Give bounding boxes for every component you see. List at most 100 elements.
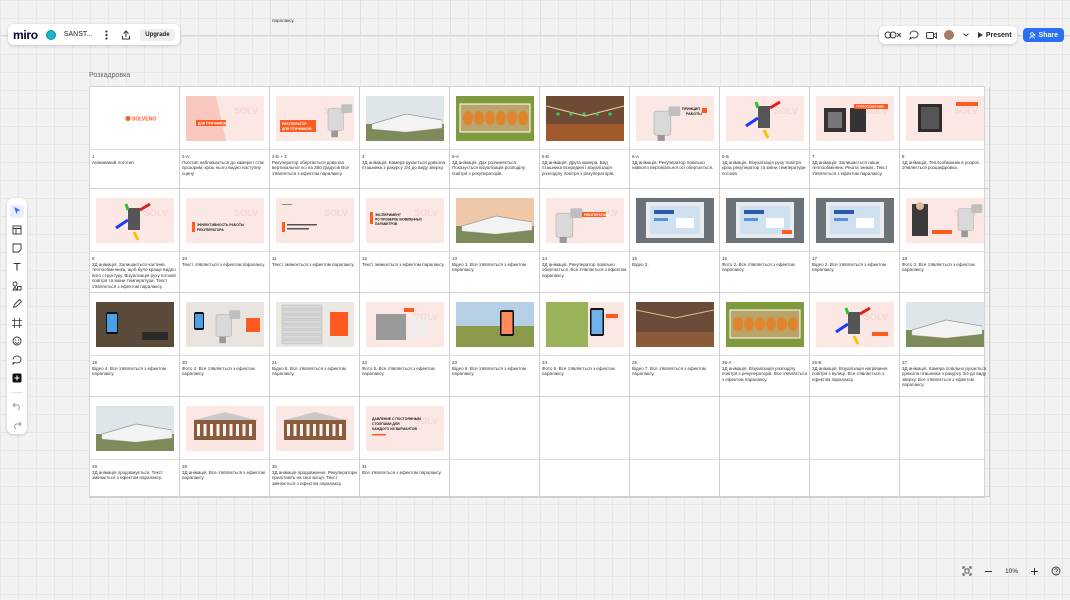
- video-call-icon[interactable]: [926, 29, 938, 41]
- chevron-down-icon[interactable]: [960, 29, 972, 41]
- undo-icon[interactable]: [10, 399, 24, 413]
- storyboard-cell[interactable]: SOLV 18Фото 3. Все з'являється з ефектом …: [900, 189, 990, 293]
- storyboard-caption[interactable]: 23 Відео 6. Все з'являється з ефектом пар…: [452, 360, 538, 377]
- storyboard-cell[interactable]: SOLV ЭФФЕКТИВНОСТЬ РАБОТЫ РЕКУПЕРАТОРА 10 Те…: [180, 189, 270, 293]
- storyboard-cell[interactable]: 23 Відео 6. Все з'являється з ефектом пар…: [450, 293, 540, 397]
- storyboard-thumbnail[interactable]: SOLV: [726, 96, 804, 141]
- storyboard-cell[interactable]: 28 3Д анімація продовжується. Текст зміню…: [90, 397, 180, 497]
- storyboard-cell[interactable]: SOLV ЭКСПЕРИМЕНТ ПО ПРОВЕРКЕ ЗАЯВЛЕННЫХ ПАР…: [360, 189, 450, 293]
- reactions-icon[interactable]: [884, 29, 902, 41]
- storyboard-thumbnail[interactable]: SOLVENO: [96, 96, 174, 141]
- storyboard-thumbnail[interactable]: [546, 96, 624, 141]
- storyboard-thumbnail[interactable]: [96, 406, 174, 451]
- storyboard-caption[interactable]: 17 Відео 2. Все з'являється з ефектом пар…: [812, 256, 898, 273]
- storyboard-caption[interactable]: 2-А Логотип наближається до камери і стає…: [182, 154, 268, 176]
- storyboard-thumbnail[interactable]: SOLV: [96, 198, 174, 243]
- storyboard-caption[interactable]: 6-А 3Д анімація. Рекуператор повільно нав…: [632, 154, 718, 171]
- storyboard-cell[interactable]: 25 Відео 7. Все з'являється з ефектом пар…: [630, 293, 720, 397]
- storyboard-thumbnail[interactable]: [366, 96, 444, 141]
- storyboard-caption[interactable]: 2-Б + 3 Рекуператор обертається довкола в…: [272, 154, 358, 176]
- storyboard-thumbnail[interactable]: [276, 302, 354, 347]
- storyboard-caption[interactable]: 26-А 3Д анімація. Візуалізація розподілу …: [722, 360, 808, 382]
- storyboard-thumbnail[interactable]: SOLV: [276, 406, 354, 451]
- storyboard-caption[interactable]: 29 3Д анімація. Все з'являється з ефектом…: [182, 464, 268, 481]
- miro-logo[interactable]: miro: [13, 28, 38, 42]
- storyboard-caption[interactable]: 27 3Д анімація. Камера повільно рухається…: [902, 360, 988, 388]
- storyboard-thumbnail[interactable]: SOLVРЕКУПЕРАТОРДЛЯ ПТИЧНИКОВ: [276, 96, 354, 141]
- storyboard-caption[interactable]: 8 3Д анімація. Теплообмінник в розрізі. З…: [902, 154, 988, 171]
- storyboard-thumbnail[interactable]: SOLV: [906, 96, 984, 141]
- storyboard-thumbnail[interactable]: [456, 198, 534, 243]
- storyboard-cell-empty[interactable]: [900, 397, 990, 497]
- storyboard-cell[interactable]: 17 Відео 2. Все з'являється з ефектом пар…: [810, 189, 900, 293]
- storyboard-cell-empty[interactable]: [810, 397, 900, 497]
- storyboard-cell[interactable]: SOLV 8 3Д анімація. Теплообмінник в розріз…: [900, 87, 990, 189]
- storyboard-caption[interactable]: 30 3Д анімація продовження. Рекуператори …: [272, 464, 358, 486]
- storyboard-cell[interactable]: 16 Фото 2. Все з'являється з ефектом пара…: [720, 189, 810, 293]
- storyboard-thumbnail[interactable]: [726, 302, 804, 347]
- storyboard-cell[interactable]: 15 Відео 2.: [630, 189, 720, 293]
- storyboard-cell[interactable]: SOLVРЕКУПЕРАТОРЫ 143Д анімація. Рекуперат…: [540, 189, 630, 293]
- storyboard-thumbnail[interactable]: SOLV ДАВЛЕНИЕ С ПОСТОЯННЫМ СТОЛПАМИ ДЛЯ КАЖ…: [366, 406, 444, 451]
- storyboard-thumbnail[interactable]: SOLV: [276, 198, 354, 243]
- storyboard-thumbnail[interactable]: SOLV: [546, 302, 624, 347]
- storyboard-cell[interactable]: SOLV 11 Текст змінюється з ефектом паралак…: [270, 189, 360, 293]
- sticky-note-icon[interactable]: [10, 242, 24, 256]
- select-tool-icon[interactable]: [10, 204, 24, 219]
- storyboard-cell[interactable]: SOLV 293Д анімація. Все з'являється з ефе…: [180, 397, 270, 497]
- zoom-level[interactable]: 10%: [1005, 568, 1018, 575]
- storyboard-cell[interactable]: 20 Фото 4. Все з'являється з ефектом пара…: [180, 293, 270, 397]
- storyboard-thumbnail[interactable]: SOLVРЕКУПЕРАТОРЫ: [546, 198, 624, 243]
- storyboard-thumbnail[interactable]: [726, 198, 804, 243]
- board-name[interactable]: SANST...: [64, 31, 92, 38]
- storyboard-caption[interactable]: 10 Текст з'являється з ефектом паралаксу.: [182, 256, 268, 267]
- pen-icon[interactable]: [10, 297, 24, 311]
- more-options-icon[interactable]: [100, 29, 112, 41]
- shapes-icon[interactable]: [10, 279, 24, 293]
- storyboard-caption[interactable]: 4 3Д анімація. Камера рухається довкола п…: [362, 154, 448, 171]
- storyboard-thumbnail[interactable]: SOLV ПРИНЦИП РАБОТЫ: [636, 96, 714, 141]
- storyboard-caption[interactable]: 12 Текст змінюється з ефектом паралаксу.: [362, 256, 448, 267]
- storyboard-caption[interactable]: 28 3Д анімація продовжується. Текст зміню…: [92, 464, 178, 481]
- storyboard-caption[interactable]: 13 Відео 1. Все з'являється з ефектом пар…: [452, 256, 538, 273]
- storyboard-caption[interactable]: 22 Фото 5. Все з'являється з ефектом пара…: [362, 360, 448, 377]
- emoji-icon[interactable]: [10, 335, 24, 349]
- storyboard-cell[interactable]: SOLV 26-Б 3Д анімація. Візуалізація нагрів…: [810, 293, 900, 397]
- storyboard-cell[interactable]: SOLVРЕКУПЕРАТОРДЛЯ ПТИЧНИКОВ 2-Б + 3Рекуп…: [270, 87, 360, 189]
- storyboard-thumbnail[interactable]: [96, 302, 174, 347]
- storyboard-cell-empty[interactable]: [540, 397, 630, 497]
- storyboard-caption[interactable]: 19 Відео 4. Все з'являється з ефектом пар…: [92, 360, 178, 377]
- storyboard-caption[interactable]: 31 Все з'являється з ефектом паралаксу.: [362, 464, 448, 475]
- storyboard-cell[interactable]: SOLV 6-Б 3Д анімація. Візуалізація руху по…: [720, 87, 810, 189]
- storyboard-thumbnail[interactable]: SOLV ЭКСПЕРИМЕНТ ПО ПРОВЕРКЕ ЗАЯВЛЕННЫХ ПАР…: [366, 198, 444, 243]
- storyboard-caption[interactable]: 21 Відео 5. Все з'являється з ефектом пар…: [272, 360, 358, 377]
- storyboard-thumbnail[interactable]: [456, 96, 534, 141]
- storyboard-cell[interactable]: SOLV 303Д анімація продовження. Рекуперат…: [270, 397, 360, 497]
- storyboard-caption[interactable]: 6-Б 3Д анімація. Візуалізація руху повітр…: [722, 154, 808, 176]
- storyboard-cell[interactable]: SOLV 24 Фото 6. Все з'являється з ефектом …: [540, 293, 630, 397]
- text-tool-icon[interactable]: [10, 260, 24, 274]
- storyboard-cell[interactable]: SOLV 9 3Д анімація. Залишається частина те…: [90, 189, 180, 293]
- comments-icon[interactable]: [908, 29, 920, 41]
- storyboard-caption[interactable]: 9 3Д анімація. Залишається частина теплоо…: [92, 256, 178, 290]
- help-icon[interactable]: [1050, 565, 1062, 577]
- storyboard-cell[interactable]: 26-А 3Д анімація. Візуалізація розподілу …: [720, 293, 810, 397]
- storyboard-thumbnail[interactable]: [456, 302, 534, 347]
- storyboard-cell-empty[interactable]: [630, 397, 720, 497]
- storyboard-cell[interactable]: SOLV ДАВЛЕНИЕ С ПОСТОЯННЫМ СТОЛПАМИ ДЛЯ КАЖ…: [360, 397, 450, 497]
- storyboard-caption[interactable]: 24 Фото 6. Все з'являється з ефектом пара…: [542, 360, 628, 377]
- storyboard-thumbnail[interactable]: SOLV: [366, 302, 444, 347]
- storyboard-caption[interactable]: 1 Анімований логотип: [92, 154, 178, 165]
- redo-icon[interactable]: [10, 418, 24, 432]
- frame-tool-icon[interactable]: [10, 316, 24, 330]
- more-tools-icon[interactable]: [10, 372, 24, 386]
- storyboard-cell[interactable]: SOLV ТЕПЛООБМЕННИК 7 3Д анімація. Залишаєть…: [810, 87, 900, 189]
- storyboard-caption[interactable]: 20 Фото 4. Все з'являється з ефектом пара…: [182, 360, 268, 377]
- storyboard-caption[interactable]: 14 3Д анімація. Рекуператор повільно обер…: [542, 256, 628, 278]
- storyboard-caption[interactable]: 7 3Д анімація. Залишається лише теплообмі…: [812, 154, 898, 176]
- storyboard-cell[interactable]: SOLVENO 1 Анімований логотип: [90, 87, 180, 189]
- storyboard-thumbnail[interactable]: SOLV: [906, 198, 984, 243]
- storyboard-caption[interactable]: 26-Б 3Д анімація. Візуалізація нагрівання…: [812, 360, 898, 382]
- storyboard-caption[interactable]: 18 Фото 3. Все з'являється з ефектом пара…: [902, 256, 988, 273]
- storyboard-thumbnail[interactable]: [816, 198, 894, 243]
